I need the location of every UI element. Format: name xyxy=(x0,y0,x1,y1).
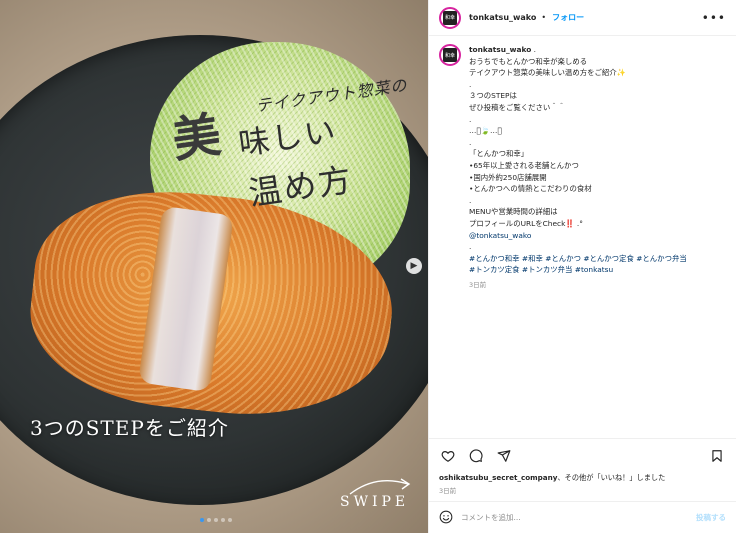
caption-area: 和幸 tonkatsu_wako . おうちでもとんかつ和幸が楽しめる テイクア… xyxy=(429,36,736,438)
post-image[interactable]: テイクアウト惣菜の 美 味しい 温め方 3つのSTEPをご紹介 SWIPE ▶ xyxy=(0,0,428,533)
overlay-step-text: 3つのSTEPをご紹介 xyxy=(30,416,229,440)
likes-summary: oshikatsubu_secret_company、その他が「いいね！」しまし… xyxy=(429,472,736,483)
carousel-dot xyxy=(200,518,204,522)
caption-line: •65年以上愛される老舗とんかつ xyxy=(469,160,579,170)
caption-line: . xyxy=(533,45,536,54)
caption-line: . xyxy=(469,242,472,252)
heart-icon[interactable] xyxy=(439,447,457,465)
carousel-dot xyxy=(221,518,225,522)
comment-icon[interactable] xyxy=(467,447,485,465)
action-bar xyxy=(429,438,736,472)
separator: • xyxy=(541,13,547,22)
avatar-logo: 和幸 xyxy=(443,48,457,62)
caption-line: ３つのSTEPは xyxy=(469,91,517,101)
caption-line: . xyxy=(469,195,472,205)
caption-line: テイクアウト惣菜の美味しい温め方をご紹介✨ xyxy=(469,68,626,78)
overlay-title-char: 美 xyxy=(169,106,225,170)
carousel-dot xyxy=(228,518,232,522)
carousel-dot xyxy=(214,518,218,522)
send-icon[interactable] xyxy=(495,447,513,465)
follow-button[interactable]: フォロー xyxy=(552,12,584,23)
avatar-logo: 和幸 xyxy=(443,10,457,25)
comment-bar: 投稿する xyxy=(429,501,736,533)
caption-line: ぜひ投稿をご覧ください＾＾ xyxy=(469,102,566,112)
hashtag-link[interactable]: #とんかつ和幸 #和幸 #とんかつ #とんかつ定食 #とんかつ弁当 xyxy=(469,253,687,265)
more-horizontal-icon[interactable]: ••• xyxy=(702,11,726,25)
carousel-indicator xyxy=(200,518,232,522)
post-header: 和幸 tonkatsu_wako • フォロー ••• xyxy=(429,0,736,36)
caption-timestamp[interactable]: 3日前 xyxy=(469,280,687,292)
chevron-right-icon[interactable]: ▶ xyxy=(406,258,422,274)
caption-line: 「とんかつ和幸」 xyxy=(469,149,529,159)
caption-line: •とんかつへの情熱とこだわりの食材 xyxy=(469,184,592,194)
caption-line: •国内外約250店舗展開 xyxy=(469,172,547,182)
caption-avatar[interactable]: 和幸 xyxy=(439,44,461,438)
post-comment-button[interactable]: 投稿する xyxy=(696,512,726,523)
mention-link[interactable]: @tonkatsu_wako xyxy=(469,230,687,242)
caption-text: tonkatsu_wako . おうちでもとんかつ和幸が楽しめる テイクアウト惣… xyxy=(469,44,687,438)
avatar[interactable]: 和幸 xyxy=(439,6,461,29)
carousel-dot xyxy=(207,518,211,522)
username-link[interactable]: tonkatsu_wako xyxy=(469,13,536,22)
likes-rest-text[interactable]: 、その他が「いいね！」しました xyxy=(557,473,665,482)
comment-input[interactable] xyxy=(461,513,696,522)
hashtag-link[interactable]: #トンカツ定食 #トンカツ弁当 #tonkatsu xyxy=(469,264,687,276)
caption-line: プロフィールのURLをCheck‼️ .° xyxy=(469,218,583,228)
bookmark-icon[interactable] xyxy=(708,447,726,465)
instagram-post: テイクアウト惣菜の 美 味しい 温め方 3つのSTEPをご紹介 SWIPE ▶ … xyxy=(0,0,736,533)
post-side-panel: 和幸 tonkatsu_wako • フォロー ••• 和幸 tonkatsu_… xyxy=(428,0,736,533)
liked-by-user-link[interactable]: oshikatsubu_secret_company xyxy=(439,473,557,482)
caption-line: MENUや営業時間の詳細は xyxy=(469,207,558,217)
smiley-icon[interactable] xyxy=(439,510,453,526)
caption-line: . xyxy=(469,79,472,89)
caption-username[interactable]: tonkatsu_wako xyxy=(469,45,531,54)
caption-line: . xyxy=(469,114,472,124)
swipe-label: SWIPE xyxy=(340,494,410,510)
caption-line: …ﾟ🍃…ﾟ xyxy=(469,126,502,136)
caption-line: おうちでもとんかつ和幸が楽しめる xyxy=(469,56,588,66)
post-date[interactable]: 3日前 xyxy=(429,483,736,501)
caption-line: . xyxy=(469,137,472,147)
